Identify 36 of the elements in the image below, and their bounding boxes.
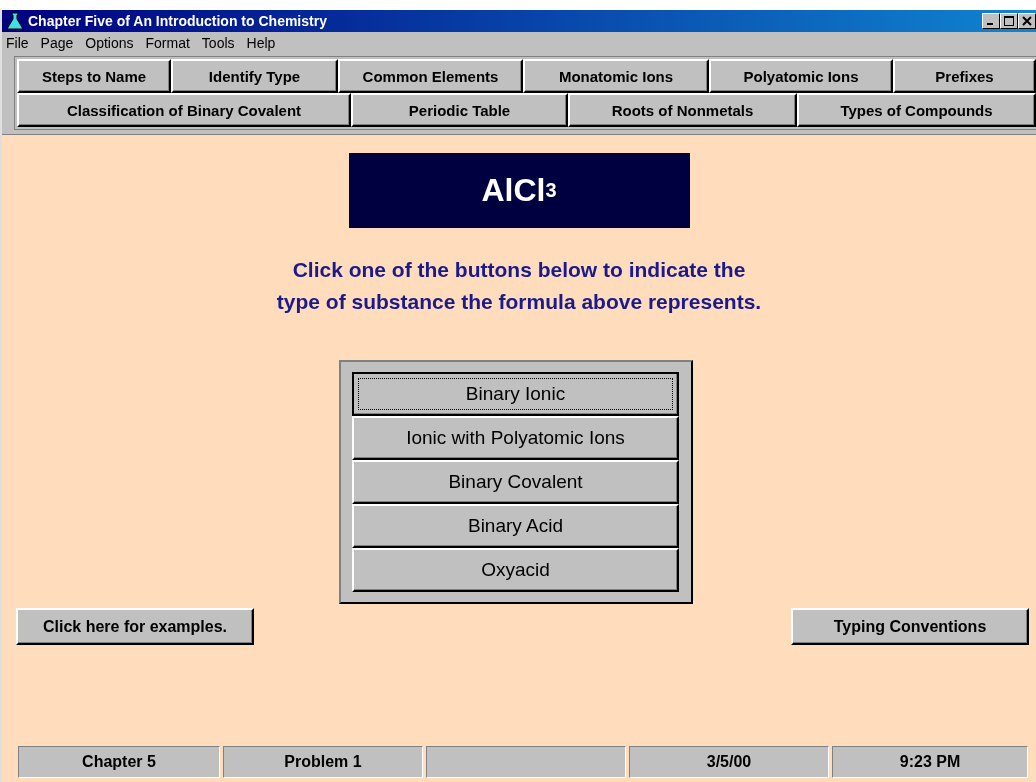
status-field: Problem 1 <box>223 746 423 778</box>
toolbar-button[interactable]: Roots of Nonmetals <box>568 93 797 127</box>
menu-item[interactable]: Help <box>246 35 276 51</box>
status-field: 9:23 PM <box>832 746 1028 778</box>
maximize-button[interactable] <box>1000 13 1018 29</box>
status-field: 3/5/00 <box>629 746 829 778</box>
instruction-text: Click one of the buttons below to indicate the <box>291 257 747 283</box>
menu-item[interactable]: Tools <box>201 35 235 51</box>
window-title: Chapter Five of An Introduction to Chemistry <box>28 13 327 29</box>
close-button[interactable] <box>1018 13 1036 29</box>
toolbar-button[interactable]: Polyatomic Ions <box>709 59 893 93</box>
maximize-icon <box>1004 16 1014 26</box>
minimize-button[interactable] <box>982 13 1000 29</box>
menu-item[interactable]: Page <box>40 35 74 51</box>
menu-item[interactable]: Options <box>85 35 134 51</box>
toolbar-button[interactable]: Periodic Table <box>351 93 568 127</box>
close-icon <box>1022 16 1032 26</box>
menu-item[interactable]: Format <box>145 35 190 51</box>
choice-button[interactable]: Binary Covalent <box>352 460 679 504</box>
choice-button[interactable]: Binary Ionic <box>352 372 679 416</box>
choice-button[interactable]: Binary Acid <box>352 504 679 548</box>
toolbar-button[interactable]: Monatomic Ions <box>523 59 709 93</box>
menu-item[interactable]: File <box>6 35 29 51</box>
conventions-button[interactable]: Typing Conventions <box>791 608 1029 645</box>
flask-icon <box>6 12 24 30</box>
instruction-text: type of substance the formula above represents. <box>276 289 762 315</box>
toolbar-button[interactable]: Classification of Binary Covalent <box>17 93 351 127</box>
examples-button[interactable]: Click here for examples. <box>16 608 254 645</box>
choice-button[interactable]: Ionic with Polyatomic Ions <box>352 416 679 460</box>
toolbar-button[interactable]: Common Elements <box>338 59 523 93</box>
choice-button[interactable]: Oxyacid <box>352 548 679 592</box>
toolbar-button[interactable]: Prefixes <box>893 59 1036 93</box>
status-field: Chapter 5 <box>18 746 220 778</box>
toolbar-button[interactable]: Identify Type <box>171 59 338 93</box>
toolbar-button[interactable]: Steps to Name <box>17 59 171 93</box>
toolbar-button[interactable]: Types of Compounds <box>797 93 1036 127</box>
